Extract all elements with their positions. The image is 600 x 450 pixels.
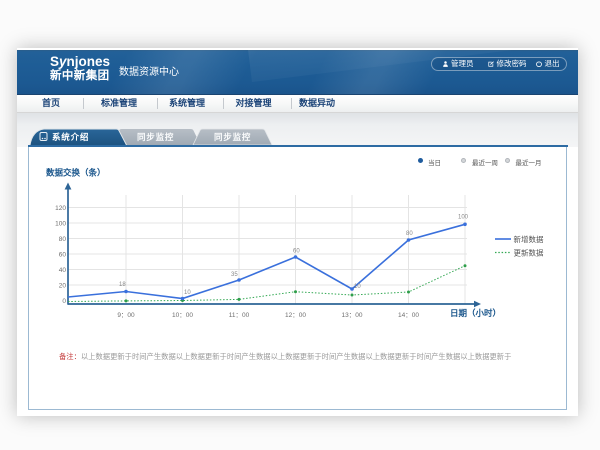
svg-text:0: 0 <box>62 298 66 305</box>
svg-text:60: 60 <box>293 249 300 255</box>
svg-text:更新数据: 更新数据 <box>514 248 544 258</box>
svg-text:80: 80 <box>59 236 67 243</box>
svg-text:40: 40 <box>59 267 67 274</box>
svg-text:11：00: 11：00 <box>229 312 250 319</box>
svg-text:12：00: 12：00 <box>285 312 306 319</box>
svg-text:100: 100 <box>55 221 66 228</box>
svg-text:10: 10 <box>184 290 191 296</box>
svg-text:18: 18 <box>119 282 126 288</box>
svg-text:10：00: 10：00 <box>172 312 193 319</box>
svg-text:14：00: 14：00 <box>398 312 419 319</box>
svg-text:35: 35 <box>231 272 238 278</box>
svg-text:13：00: 13：00 <box>342 312 363 319</box>
svg-text:80: 80 <box>406 231 413 237</box>
svg-text:60: 60 <box>59 252 67 259</box>
svg-text:100: 100 <box>458 215 469 221</box>
svg-text:新增数据: 新增数据 <box>514 234 544 244</box>
svg-text:9：00: 9：00 <box>117 312 135 319</box>
svg-text:120: 120 <box>55 205 66 212</box>
svg-text:数据交换（条）: 数据交换（条） <box>46 168 106 178</box>
svg-text:10: 10 <box>354 284 361 290</box>
svg-text:20: 20 <box>59 283 67 290</box>
svg-text:日期（小时）: 日期（小时） <box>450 308 501 318</box>
